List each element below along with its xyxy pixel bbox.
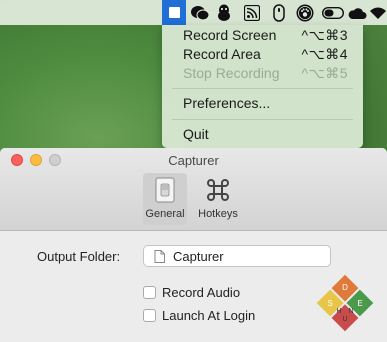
tab-hotkeys[interactable]: Hotkeys <box>196 173 240 225</box>
window-title: Capturer <box>168 153 219 168</box>
launch-at-login-label: Launch At Login <box>162 308 256 323</box>
general-pane: Output Folder: Capturer Record Audio Lau… <box>0 231 387 342</box>
record-audio-checkbox[interactable] <box>143 286 156 299</box>
record-audio-label: Record Audio <box>162 285 241 300</box>
menu-item-shortcut: ^⌥⌘5 <box>301 65 348 81</box>
paw-badge-icon[interactable] <box>295 3 315 22</box>
output-folder-label: Output Folder: <box>37 249 121 264</box>
menu-item-label: Record Area <box>183 46 261 62</box>
menu-separator <box>172 119 353 120</box>
menu-item-label: Stop Recording <box>183 65 280 81</box>
output-folder-field[interactable]: Capturer <box>143 245 331 267</box>
menu-separator <box>172 88 353 89</box>
window-toolbar: Capturer General Hotkeys <box>0 148 387 231</box>
menu-item-label: Quit <box>183 126 209 142</box>
tab-label: General <box>145 208 185 220</box>
command-icon <box>196 177 240 205</box>
menu-item-record-screen[interactable]: Record Screen ^⌥⌘3 <box>162 26 363 45</box>
menu-item-quit[interactable]: Quit <box>162 125 363 144</box>
svg-text:N: N <box>348 308 353 315</box>
menu-item-label: Record Screen <box>183 27 277 43</box>
menu-item-shortcut: ^⌥⌘3 <box>301 27 348 43</box>
menu-item-shortcut: ^⌥⌘4 <box>301 46 348 62</box>
svg-text:S: S <box>327 299 332 308</box>
menu-item-preferences[interactable]: Preferences... <box>162 94 363 113</box>
svg-text:U: U <box>342 316 347 323</box>
toggle-icon[interactable] <box>322 3 344 22</box>
status-menu: Record Screen ^⌥⌘3 Record Area ^⌥⌘4 Stop… <box>162 25 363 148</box>
svg-text:H: H <box>336 308 341 315</box>
preferences-window: Capturer General Hotkeys Output Folder: … <box>0 148 387 342</box>
tab-label: Hotkeys <box>198 208 238 220</box>
wechat-icon[interactable] <box>189 3 211 22</box>
tab-general[interactable]: General <box>143 173 187 225</box>
document-icon <box>154 250 165 268</box>
switch-icon <box>143 177 187 205</box>
wifi-icon[interactable] <box>369 3 387 22</box>
rss-icon[interactable] <box>243 3 261 22</box>
menu-item-stop-recording[interactable]: Stop Recording ^⌥⌘5 <box>162 64 363 83</box>
menu-item-label: Preferences... <box>183 95 271 111</box>
svg-text:E: E <box>357 299 362 308</box>
svg-text:D: D <box>342 283 348 292</box>
output-folder-value: Capturer <box>173 249 224 264</box>
capturer-icon[interactable] <box>162 0 186 25</box>
launch-at-login-checkbox[interactable] <box>143 309 156 322</box>
mouse-icon[interactable] <box>271 3 287 22</box>
cloud-icon[interactable] <box>347 3 367 22</box>
qq-penguin-icon[interactable] <box>214 3 234 22</box>
menu-item-record-area[interactable]: Record Area ^⌥⌘4 <box>162 45 363 64</box>
menu-bar <box>0 0 387 25</box>
shenzhen-logo: D S E H U N <box>313 271 377 340</box>
